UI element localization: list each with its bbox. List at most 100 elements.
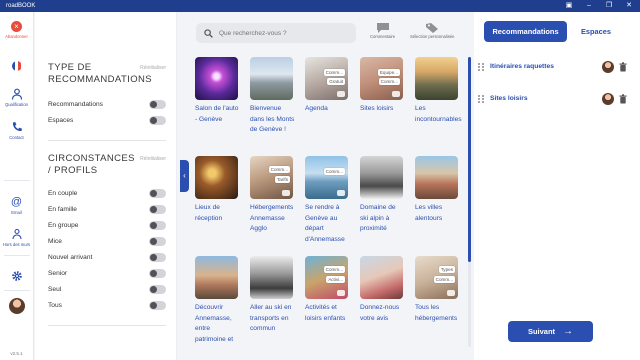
card-image: Equipe... Comm... <box>360 57 403 100</box>
type-section-header: TYPE DE RECOMMANDATIONS Réinitialiser <box>48 62 166 86</box>
comment-button[interactable]: Commentaire <box>370 22 395 39</box>
trash-icon[interactable] <box>619 93 627 104</box>
card-image: Comm... <box>305 156 348 199</box>
next-label: Suivant <box>527 327 556 336</box>
restore-icon[interactable]: ❐ <box>604 0 614 12</box>
card-title: Les incontournables <box>415 105 462 123</box>
card-select-checkbox[interactable] <box>282 190 290 196</box>
recommendation-card[interactable]: Bienvenue dans les Monts de Genève ! <box>250 57 295 136</box>
others-label: Hors des murs <box>2 242 31 247</box>
collapse-panel-button[interactable]: ‹ <box>180 160 189 192</box>
filter-option[interactable]: Senior <box>48 265 166 281</box>
selected-item[interactable]: Sites loisirs <box>474 92 640 105</box>
card-title: Hébergements Annemasse Agglo <box>250 204 294 232</box>
toggle-switch[interactable] <box>149 236 166 246</box>
card-image: Comm... Activi... <box>305 256 348 299</box>
card-select-checkbox[interactable] <box>392 91 400 97</box>
contact-label: Contact <box>9 135 24 140</box>
card-select-checkbox[interactable] <box>447 290 455 296</box>
recommendation-card[interactable]: Les incontournables <box>415 57 462 125</box>
app-name: roadBOOK <box>6 3 36 9</box>
next-button[interactable]: Suivant → <box>508 321 593 342</box>
close-window-icon[interactable]: ✕ <box>624 0 634 12</box>
card-title: Sites loisirs <box>360 105 394 112</box>
card-tag: Tarifs <box>275 176 290 183</box>
filters-panel: TYPE DE RECOMMANDATIONS Réinitialiser Re… <box>35 12 177 360</box>
filter-option[interactable]: Recommandations <box>48 96 166 112</box>
french-flag-icon[interactable] <box>11 61 22 71</box>
filter-option[interactable]: En couple <box>48 185 166 201</box>
card-tag: Comm... <box>323 168 345 175</box>
contact-button[interactable]: Contact <box>0 121 34 140</box>
qualification-button[interactable]: Qualification <box>0 88 34 107</box>
toggle-switch[interactable] <box>149 115 166 125</box>
recommendation-card[interactable]: Comm... Activi... Activités et loisirs e… <box>305 256 350 324</box>
card-tag: Comm... <box>323 266 345 273</box>
toggle-switch[interactable] <box>149 268 166 278</box>
card-tag: Types <box>438 266 455 273</box>
card-tag: Comm... <box>323 69 345 76</box>
toggle-switch[interactable] <box>149 300 166 310</box>
card-image <box>195 156 238 199</box>
filter-option[interactable]: Nouvel arrivant <box>48 249 166 265</box>
drag-handle-icon[interactable] <box>478 62 484 71</box>
recommendation-card[interactable]: Comm... Tarifs Hébergements Annemasse Ag… <box>250 156 295 235</box>
card-image: Comm... Gratuit <box>305 57 348 100</box>
avatar <box>602 60 614 73</box>
card-title: Domaine de ski alpin à proximité <box>360 204 396 232</box>
card-select-checkbox[interactable] <box>337 91 345 97</box>
card-select-checkbox[interactable] <box>337 190 345 196</box>
trash-icon[interactable] <box>619 61 627 72</box>
screen-icon[interactable]: ▣ <box>564 0 574 12</box>
filter-option[interactable]: Seul <box>48 281 166 297</box>
card-title: Activités et loisirs enfants <box>305 304 346 322</box>
recommendation-card[interactable]: Comm... Gratuit Agenda <box>305 57 350 115</box>
drag-handle-icon[interactable] <box>478 94 484 103</box>
card-select-checkbox[interactable] <box>337 290 345 296</box>
tab-recommendations[interactable]: Recommandations <box>484 21 567 42</box>
recommendation-card[interactable]: Comm... Se rendre à Genève au départ d'A… <box>305 156 350 245</box>
toggle-switch[interactable] <box>149 220 166 230</box>
minimize-icon[interactable]: – <box>584 0 594 12</box>
others-button[interactable]: Hors des murs <box>0 228 34 247</box>
recommendation-card[interactable]: Donnez-nous votre avis <box>360 256 405 324</box>
abandon-label: Abandonner <box>5 34 28 39</box>
card-title: Donnez-nous votre avis <box>360 304 400 322</box>
filter-option[interactable]: Espaces <box>48 112 166 128</box>
recommendation-card[interactable]: Découvrir Annemasse, entre patrimoine et <box>195 256 240 345</box>
filter-option[interactable]: Mice <box>48 233 166 249</box>
filter-option[interactable]: En famille <box>48 201 166 217</box>
recommendation-card[interactable]: Les villes alentours <box>415 156 460 224</box>
gear-icon[interactable] <box>11 270 23 282</box>
comment-label: Commentaire <box>370 34 396 39</box>
close-icon: × <box>11 21 22 32</box>
card-title: Agenda <box>305 105 328 112</box>
type-reset-link[interactable]: Réinitialiser <box>140 65 166 71</box>
card-image: Types Comm... <box>415 256 458 299</box>
circumstances-reset-link[interactable]: Réinitialiser <box>140 156 166 162</box>
recommendation-card[interactable]: Lieux de réception <box>195 156 240 224</box>
toggle-switch[interactable] <box>149 188 166 198</box>
toggle-switch[interactable] <box>149 204 166 214</box>
recommendation-card[interactable]: Salon de l'auto - Genève <box>195 57 240 125</box>
card-title: Aller au ski en transports en commun <box>250 304 292 332</box>
scrollbar-thumb[interactable] <box>468 57 471 262</box>
recommendation-card[interactable]: Domaine de ski alpin à proximité <box>360 156 405 235</box>
custom-selection-button[interactable]: Sélection personnalisée <box>410 22 454 39</box>
filter-option[interactable]: Tous <box>48 297 166 313</box>
recommendation-card[interactable]: Types Comm... Tous les hébergements <box>415 256 460 324</box>
card-image <box>250 256 293 299</box>
search-bar[interactable] <box>196 23 356 43</box>
toggle-switch[interactable] <box>149 284 166 294</box>
email-button[interactable]: @ Email <box>0 196 34 215</box>
selected-item[interactable]: Itinéraires raquettes <box>474 60 640 73</box>
recommendation-card[interactable]: Aller au ski en transports en commun <box>250 256 295 335</box>
filter-option[interactable]: En groupe <box>48 217 166 233</box>
abandon-button[interactable]: × Abandonner <box>0 21 34 39</box>
recommendation-card[interactable]: Equipe... Comm... Sites loisirs <box>360 57 405 115</box>
toggle-switch[interactable] <box>149 99 166 109</box>
avatar[interactable] <box>8 298 25 314</box>
tab-spaces[interactable]: Espaces <box>576 21 616 42</box>
search-input[interactable] <box>219 29 349 37</box>
toggle-switch[interactable] <box>149 252 166 262</box>
